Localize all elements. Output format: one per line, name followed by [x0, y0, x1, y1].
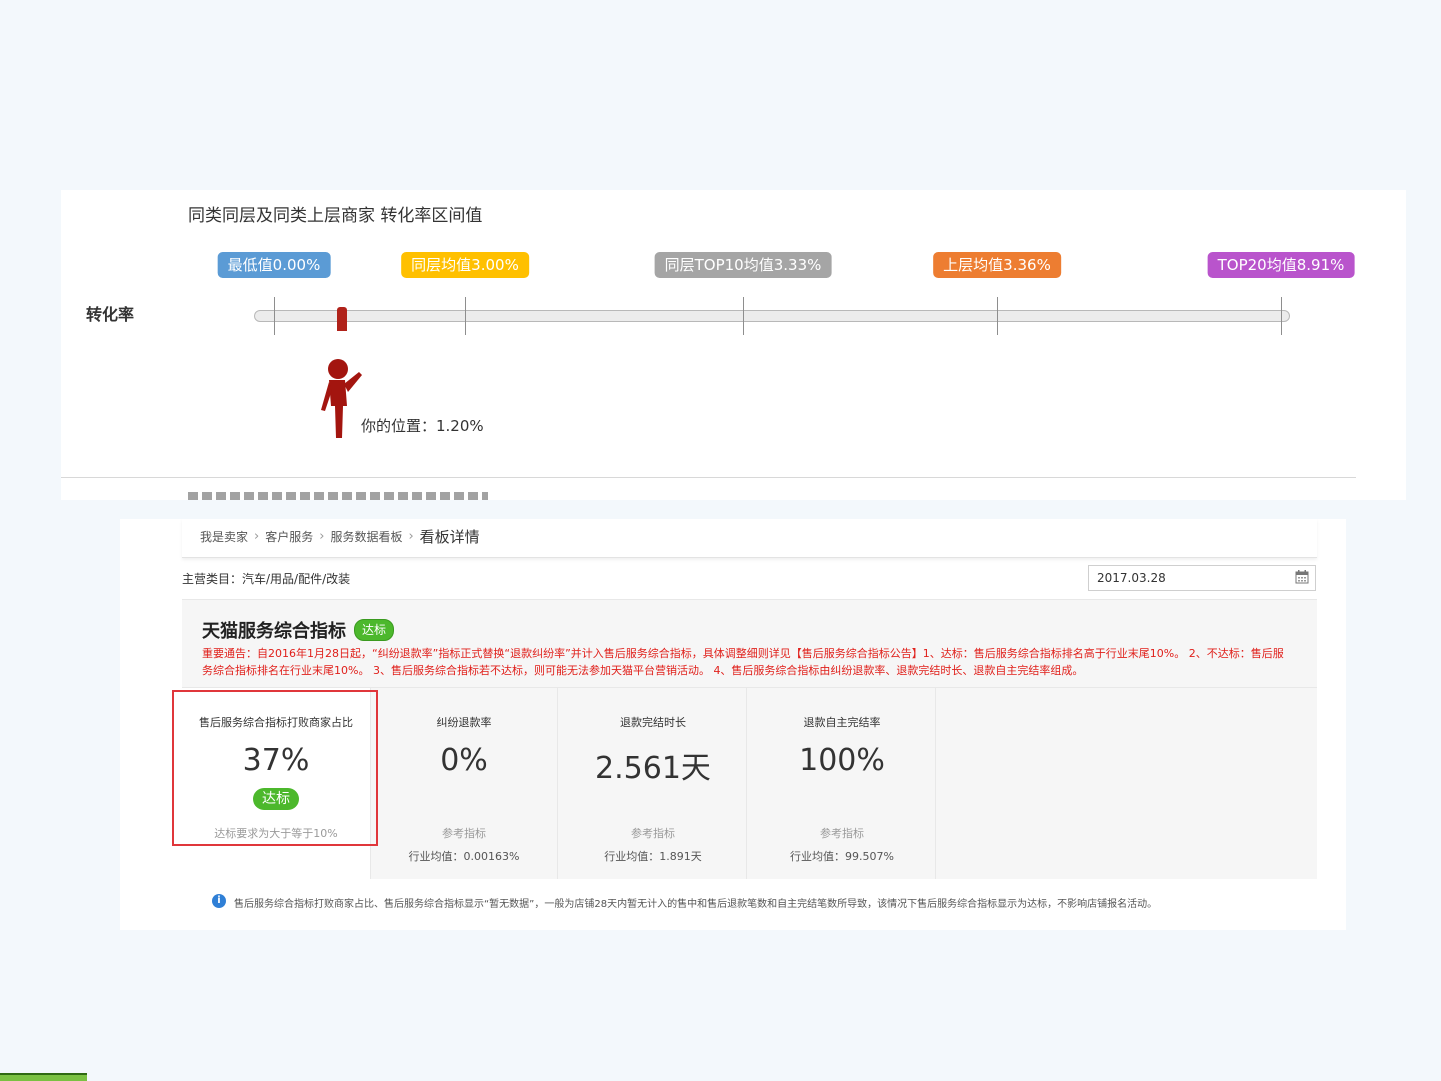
tag-top20-average: TOP20均值8.91% [1207, 252, 1355, 278]
breadcrumb-current: 看板详情 [419, 528, 480, 546]
cropped-next-title [188, 492, 488, 500]
your-position-text: 你的位置：1.20% [361, 417, 484, 435]
metric-refund-completion-time: 退款完结时长 2.561天 参考指标 行业均值：1.891天 [559, 688, 747, 879]
range-track [254, 310, 1290, 322]
footer-note: 售后服务综合指标打败商家占比、售后服务综合指标显示“暂无数据”，一般为店铺28天… [234, 899, 1158, 910]
conversion-rate-label: 转化率 [86, 305, 135, 324]
breadcrumb-service-dashboard[interactable]: 服务数据看板 [330, 528, 402, 545]
tick-min [274, 297, 275, 335]
divider [746, 688, 747, 879]
tick-top20 [1281, 297, 1282, 335]
breadcrumb-bar: 我是卖家 › 客户服务 › 服务数据看板 › 看板详情 [182, 519, 1317, 558]
breadcrumb-seller[interactable]: 我是卖家 [200, 528, 248, 545]
range-panel-title: 同类同层及同类上层商家 转化率区间值 [188, 206, 483, 226]
position-marker [337, 307, 347, 331]
conversion-range-panel: 同类同层及同类上层商家 转化率区间值 转化率 最低值0.00% 同层均值3.00… [61, 190, 1406, 500]
metric-dispute-refund-rate: 纠纷退款率 0% 参考指标 行业均值：0.00163% [370, 688, 558, 879]
metric-title: 退款完结时长 [620, 716, 686, 729]
slide-corner-decoration [0, 1073, 87, 1081]
service-dashboard-panel: 我是卖家 › 客户服务 › 服务数据看板 › 看板详情 主营类目：汽车/用品/配… [120, 519, 1346, 930]
metric-self-completion-rate: 退款自主完结率 100% 参考指标 行业均值：99.507% [748, 688, 936, 879]
chevron-right-icon: › [319, 529, 325, 544]
breadcrumb: 我是卖家 › 客户服务 › 服务数据看板 › 看板详情 [200, 526, 480, 547]
metric-reference-label: 参考指标 [820, 827, 864, 840]
tag-tier-average: 同层均值3.00% [401, 252, 529, 278]
calendar-icon[interactable] [1295, 570, 1309, 584]
tick-tier-average [465, 297, 466, 335]
metric-value: 100% [799, 743, 885, 778]
metric-value: 2.561天 [595, 751, 711, 786]
tag-min-value: 最低值0.00% [217, 252, 331, 278]
info-icon: i [212, 894, 226, 908]
breadcrumb-customer-service[interactable]: 客户服务 [265, 528, 313, 545]
divider [935, 688, 936, 879]
metric-industry-average: 行业均值：1.891天 [604, 850, 702, 863]
date-value: 2017.03.28 [1097, 571, 1166, 585]
metric-industry-average: 行业均值：0.00163% [408, 850, 520, 863]
divider [61, 477, 1356, 478]
tag-tier-top10-average: 同层TOP10均值3.33% [654, 252, 832, 278]
metric-title: 纠纷退款率 [436, 716, 492, 729]
chevron-right-icon: › [254, 529, 260, 544]
divider [557, 688, 558, 879]
person-icon [321, 359, 362, 438]
tag-upper-tier-average: 上层均值3.36% [933, 252, 1061, 278]
card-title: 天猫服务综合指标 [202, 621, 346, 642]
status-badge: 达标 [354, 619, 395, 641]
chevron-right-icon: › [408, 529, 414, 544]
metric-industry-average: 行业均值：99.507% [790, 850, 894, 863]
highlight-box [172, 690, 378, 846]
important-notice: 重要通告：自2016年1月28日起，“纠纷退款率”指标正式替换“退款纠纷率”并计… [202, 647, 1284, 677]
main-category: 主营类目：汽车/用品/配件/改装 [182, 572, 351, 586]
tick-upper-tier [997, 297, 998, 335]
metric-value: 0% [440, 743, 488, 778]
metric-reference-label: 参考指标 [442, 827, 486, 840]
date-picker[interactable]: 2017.03.28 [1088, 565, 1316, 591]
info-footer: i 售后服务综合指标打败商家占比、售后服务综合指标显示“暂无数据”，一般为店铺2… [182, 879, 1317, 930]
metric-title: 退款自主完结率 [803, 716, 881, 729]
metric-reference-label: 参考指标 [631, 827, 675, 840]
tick-tier-top10 [743, 297, 744, 335]
